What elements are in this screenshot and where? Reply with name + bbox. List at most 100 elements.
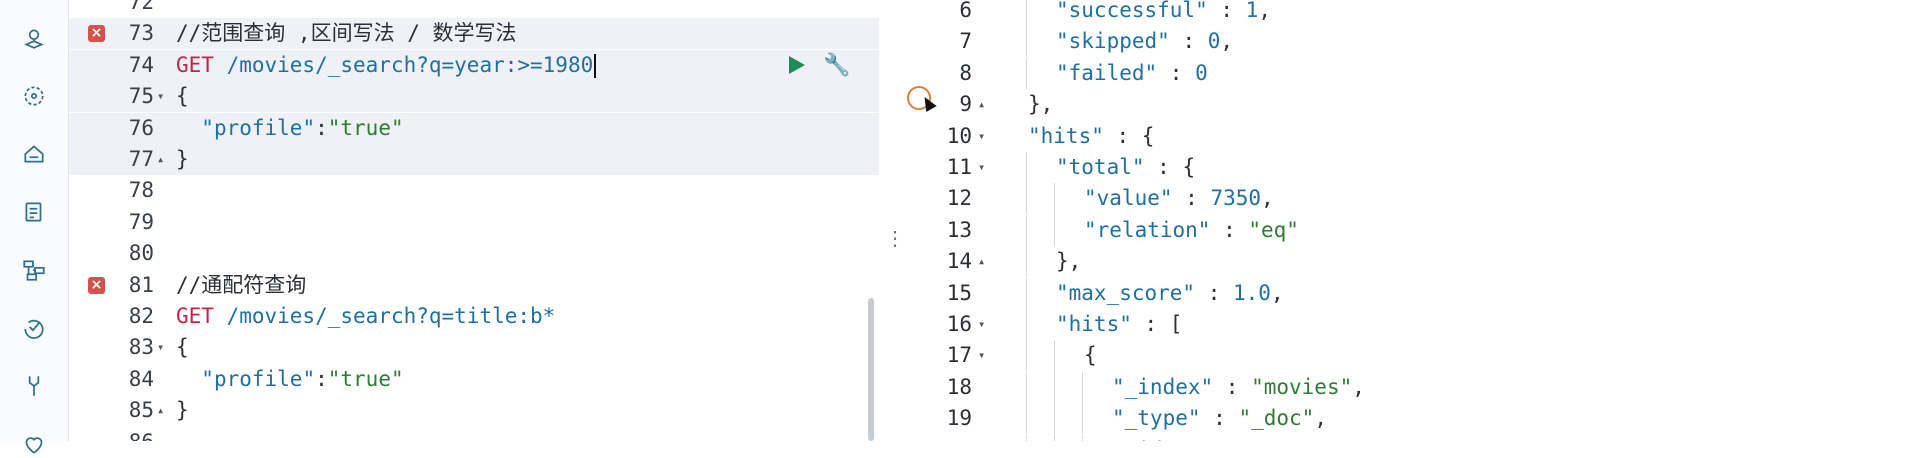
code-token: },	[1056, 249, 1082, 274]
editor-gutter: 86	[69, 427, 154, 441]
uptime-icon[interactable]	[20, 314, 48, 342]
editor-line[interactable]: 74 GET /movies/_search?q=year:>=1980 🔧	[69, 49, 879, 81]
response-line: 16 ▾ "hits" : [	[900, 309, 1920, 340]
editor-line[interactable]: × 81 //通配符查询	[69, 270, 879, 301]
code-text: "total" : {	[1056, 152, 1195, 183]
editor-line[interactable]: 78	[69, 175, 879, 206]
code-token: "hits"	[1056, 312, 1132, 336]
run-request-icon[interactable]	[789, 56, 805, 75]
code-text: "_id" : "1981"	[1112, 435, 1289, 441]
editor-line[interactable]: × 73 //范围查询 ,区间写法 / 数学写法	[69, 18, 879, 50]
editor-gutter: 85	[69, 395, 154, 426]
editor-line[interactable]: 84 "profile":"true"	[69, 364, 879, 395]
code-token: "true"	[327, 366, 404, 391]
response-line: 10 ▾ "hits" : {	[900, 121, 1920, 152]
code-token: {	[176, 84, 189, 109]
editor-line[interactable]: 82 GET /movies/_search?q=title:b*	[69, 301, 879, 332]
editor-gutter: 76	[69, 113, 154, 144]
indent-guide	[1082, 371, 1083, 403]
maps-icon[interactable]	[20, 24, 48, 52]
code-token: :	[1213, 374, 1252, 399]
code-text: "profile":"true"	[176, 364, 404, 395]
editor-gutter: × 81	[69, 270, 154, 301]
editor-gutter: 78	[69, 175, 154, 206]
fold-collapse-icon[interactable]: ▾	[978, 309, 985, 340]
code-token: //通配符查询	[176, 272, 307, 297]
code-token: {	[176, 335, 189, 360]
response-line: 15 "max_score" : 1.0,	[900, 277, 1920, 309]
editor-gutter: 84	[69, 364, 154, 395]
editor-line[interactable]: 79	[69, 207, 879, 238]
editor-line[interactable]: 72	[69, 0, 879, 18]
code-token: "profile"	[201, 366, 316, 391]
code-token: ,	[1220, 29, 1234, 54]
code-token: "value"	[1084, 186, 1173, 211]
indent-guide	[1026, 403, 1027, 435]
response-line: 18 "_index" : "movies",	[900, 371, 1920, 403]
line-number: 18	[946, 374, 972, 399]
fold-collapse-icon[interactable]: ▾	[978, 121, 985, 152]
canvas-icon[interactable]	[20, 198, 48, 226]
code-token: 0	[1195, 60, 1208, 85]
editor-gutter: 72	[69, 0, 154, 18]
indent-guide	[1026, 246, 1027, 278]
error-marker-icon[interactable]: ×	[88, 25, 105, 43]
code-text: "skipped" : 0,	[1056, 26, 1233, 57]
fold-expand-icon[interactable]: ▴	[157, 144, 164, 175]
fold-collapse-icon[interactable]: ▾	[978, 340, 985, 371]
editor-scrollbar[interactable]	[868, 298, 874, 441]
code-token: GET	[176, 304, 227, 328]
editor-line[interactable]: 85 ▴}	[69, 395, 879, 426]
indent-guide	[1026, 57, 1027, 89]
fold-collapse-icon[interactable]: ▾	[157, 81, 164, 112]
code-text: },	[1056, 246, 1081, 277]
code-token: "_id"	[1112, 438, 1175, 441]
ml-icon[interactable]	[20, 82, 48, 110]
response-line: 17 ▾ {	[900, 340, 1920, 372]
fold-expand-icon[interactable]: ▴	[978, 89, 985, 120]
response-panel: 6 "successful" : 1, 7 "skipped" : 0, 8 "faile…	[900, 0, 1920, 441]
code-token: ,	[1261, 186, 1274, 211]
editor-line[interactable]: 80	[69, 238, 879, 269]
code-token: : [	[1131, 312, 1183, 336]
response-line: 6 "successful" : 1,	[900, 0, 1920, 26]
response-line: 12 "value" : 7350,	[900, 183, 1920, 215]
code-token: },	[1028, 92, 1054, 117]
editor-line[interactable]: 76 "profile":"true"	[69, 112, 879, 144]
code-token: /movies/_search?q=title:b*	[226, 304, 556, 328]
line-number: 10	[946, 123, 972, 148]
indent-guide	[1026, 183, 1027, 215]
fold-expand-icon[interactable]: ▴	[157, 395, 164, 426]
code-token: 1.0	[1233, 280, 1271, 305]
code-text: "value" : 7350,	[1084, 183, 1274, 214]
stack-monitoring-icon[interactable]	[20, 256, 48, 284]
dev-tools-icon[interactable]	[20, 372, 48, 400]
code-text: {	[1084, 340, 1097, 371]
fold-expand-icon[interactable]: ▴	[978, 246, 985, 277]
code-token: 7350	[1210, 186, 1262, 211]
editor-line[interactable]: 86	[69, 427, 879, 441]
fold-collapse-icon[interactable]: ▾	[978, 152, 985, 183]
line-number: 76	[128, 115, 154, 140]
response-line: 14 ▴},	[900, 246, 1920, 278]
code-text: //通配符查询	[176, 270, 306, 301]
line-number: 11	[946, 155, 972, 179]
code-token: "eq"	[1248, 217, 1299, 242]
wrench-icon[interactable]: 🔧	[823, 50, 850, 81]
code-token: GET	[176, 52, 227, 77]
observability-icon[interactable]	[20, 140, 48, 168]
heart-icon[interactable]	[20, 430, 48, 458]
fold-collapse-icon[interactable]: ▾	[157, 332, 164, 363]
editor-line[interactable]: 75 ▾ {	[69, 81, 879, 113]
editor-line[interactable]: 77 ▴}	[69, 144, 879, 175]
error-marker-icon[interactable]: ×	[88, 276, 105, 294]
code-token: :	[1172, 186, 1211, 211]
panel-resizer[interactable]: ⋮	[885, 228, 905, 272]
code-token: "total"	[1056, 155, 1145, 179]
console-editor[interactable]: 72 × 73 //范围查询 ,区间写法 / 数学写法 74 GET /movies/_s…	[69, 0, 879, 441]
line-number: 19	[946, 406, 972, 431]
editor-line[interactable]: 83 ▾ {	[69, 332, 879, 363]
code-token: /movies/_search?q=year:>=1980	[226, 52, 594, 77]
